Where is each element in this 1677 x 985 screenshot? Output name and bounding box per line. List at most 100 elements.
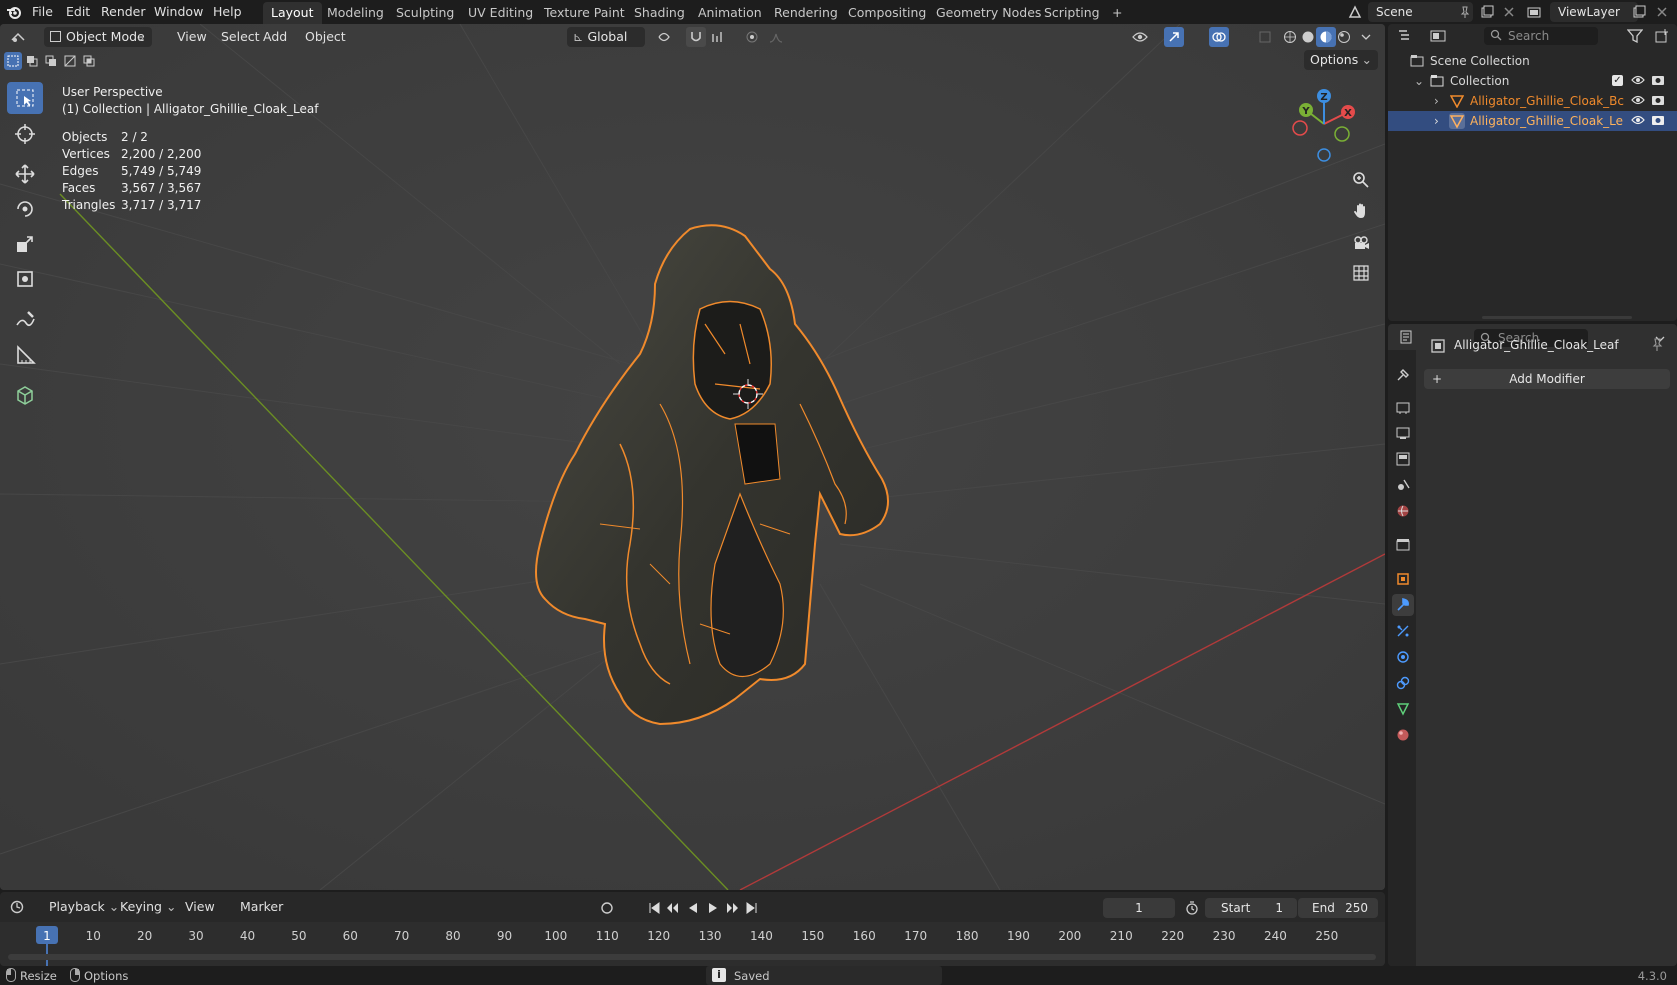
- visibility-eye-icon[interactable]: [1631, 113, 1645, 133]
- render-camera-icon[interactable]: [1651, 113, 1665, 133]
- select-box-tool[interactable]: [7, 82, 43, 114]
- visibility-eye-icon[interactable]: [1631, 93, 1645, 113]
- jump-to-keyframe-prev-icon[interactable]: [663, 898, 683, 918]
- tab-geometry-nodes[interactable]: Geometry Nodes: [928, 2, 1049, 24]
- physics-tab-icon[interactable]: [1392, 646, 1414, 668]
- transform-tool[interactable]: [7, 263, 43, 295]
- view-layer-icon[interactable]: [1524, 2, 1544, 22]
- constraints-tab-icon[interactable]: [1392, 672, 1414, 694]
- jump-to-keyframe-next-icon[interactable]: [722, 898, 742, 918]
- annotate-tool[interactable]: [7, 304, 43, 336]
- 3d-viewport[interactable]: Object Mode ⌄ View Select Add Object ⊾ Gl…: [0, 24, 1385, 890]
- shading-options-chevron-icon[interactable]: [1356, 27, 1376, 47]
- xray-toggle-icon[interactable]: [1255, 27, 1275, 47]
- timeline-menu-marker[interactable]: Marker: [235, 898, 288, 916]
- timeline-menu-view[interactable]: View: [180, 898, 220, 916]
- scene-icon[interactable]: [1345, 2, 1365, 22]
- outliner-editor-type-icon[interactable]: [1396, 26, 1416, 46]
- pivot-point-icon[interactable]: [654, 27, 674, 47]
- wireframe-shading-icon[interactable]: [1280, 27, 1300, 47]
- rendered-shading-icon[interactable]: [1334, 27, 1354, 47]
- expand-chevron-icon[interactable]: ›: [1434, 91, 1439, 111]
- timeline-scrollbar[interactable]: [8, 954, 1376, 960]
- new-scene-icon[interactable]: [1477, 2, 1497, 22]
- material-preview-shading-icon[interactable]: [1316, 27, 1336, 47]
- falloff-icon[interactable]: [766, 27, 786, 47]
- pin-icon[interactable]: [1650, 338, 1664, 355]
- solid-shading-icon[interactable]: [1298, 27, 1318, 47]
- tab-layout[interactable]: Layout: [263, 2, 322, 24]
- outliner-row-object[interactable]: › Alligator_Ghillie_Cloak_Bc: [1388, 91, 1677, 111]
- modifier-tab-icon[interactable]: [1392, 594, 1414, 616]
- render-camera-icon[interactable]: [1651, 93, 1665, 113]
- render-tab-icon[interactable]: [1392, 396, 1414, 418]
- select-extend-icon[interactable]: [23, 52, 41, 70]
- play-icon[interactable]: [703, 898, 723, 918]
- timeline-editor[interactable]: Playback ⌄ Keying ⌄ View Marker 1 Start …: [0, 892, 1385, 966]
- viewport-menu-add[interactable]: Add: [258, 28, 292, 46]
- viewport-options-button[interactable]: Options ⌄: [1304, 50, 1378, 70]
- select-invert-icon[interactable]: [61, 52, 79, 70]
- tab-scripting[interactable]: Scripting: [1036, 2, 1108, 24]
- add-modifier-button[interactable]: + Add Modifier: [1424, 369, 1670, 389]
- new-collection-icon[interactable]: [1652, 26, 1672, 46]
- end-frame-field[interactable]: End 250: [1298, 898, 1378, 918]
- tab-modeling[interactable]: Modeling: [319, 2, 392, 24]
- tab-rendering[interactable]: Rendering: [766, 2, 846, 24]
- menu-file[interactable]: File: [26, 3, 59, 21]
- overlays-toggle-icon[interactable]: [1209, 27, 1229, 47]
- view-layer-selector[interactable]: ViewLayer: [1550, 2, 1638, 22]
- gizmo-toggle-icon[interactable]: [1164, 27, 1184, 47]
- proportional-edit-icon[interactable]: [742, 27, 762, 47]
- tab-animation[interactable]: Animation: [690, 2, 770, 24]
- zoom-icon[interactable]: [1348, 167, 1374, 193]
- tab-sculpting[interactable]: Sculpting: [388, 2, 462, 24]
- data-tab-icon[interactable]: [1392, 698, 1414, 720]
- snap-toggle-icon[interactable]: [686, 27, 706, 47]
- world-tab-icon[interactable]: [1392, 500, 1414, 522]
- add-cube-tool[interactable]: [7, 379, 43, 411]
- particles-tab-icon[interactable]: [1392, 620, 1414, 642]
- expand-chevron-icon[interactable]: ⌄: [1414, 71, 1424, 91]
- blender-logo-icon[interactable]: [4, 2, 24, 22]
- outliner-row-scene-collection[interactable]: Scene Collection: [1388, 51, 1677, 71]
- menu-help[interactable]: Help: [207, 3, 248, 21]
- outliner-scrollbar[interactable]: [1482, 316, 1632, 319]
- viewport-menu-view[interactable]: View: [172, 28, 212, 46]
- measure-tool[interactable]: [7, 339, 43, 371]
- filter-icon[interactable]: [1620, 26, 1650, 46]
- scene-tab-icon[interactable]: [1392, 474, 1414, 496]
- delete-scene-icon[interactable]: [1499, 2, 1519, 22]
- tab-shading[interactable]: Shading: [626, 2, 693, 24]
- menu-render[interactable]: Render: [95, 3, 152, 21]
- scale-tool[interactable]: [7, 228, 43, 260]
- select-subtract-icon[interactable]: [42, 52, 60, 70]
- viewport-menu-object[interactable]: Object: [300, 28, 351, 46]
- exclude-checkbox-icon[interactable]: ✓: [1612, 75, 1623, 86]
- display-mode-icon[interactable]: [1428, 26, 1448, 46]
- tool-tab-icon[interactable]: [1392, 364, 1414, 386]
- jump-to-start-icon[interactable]: [644, 898, 664, 918]
- stopwatch-icon[interactable]: [1182, 898, 1202, 918]
- visibility-eye-icon[interactable]: [1631, 73, 1645, 93]
- material-tab-icon[interactable]: [1392, 724, 1414, 746]
- start-frame-field[interactable]: Start 1: [1205, 898, 1297, 918]
- select-new-icon[interactable]: [4, 52, 22, 70]
- tab-texture-paint[interactable]: Texture Paint: [536, 2, 633, 24]
- tab-uv-editing[interactable]: UV Editing: [460, 2, 541, 24]
- play-reverse-icon[interactable]: [683, 898, 703, 918]
- move-tool[interactable]: [7, 158, 43, 190]
- timeline-menu-keying[interactable]: Keying ⌄: [115, 898, 181, 916]
- expand-chevron-icon[interactable]: ›: [1434, 111, 1439, 131]
- outliner-row-collection[interactable]: ⌄ Collection ✓: [1388, 71, 1677, 91]
- outliner-row-object-active[interactable]: › Alligator_Ghillie_Cloak_Le: [1388, 111, 1677, 131]
- navigation-gizmo[interactable]: X Y Z: [1284, 84, 1364, 164]
- view-layer-tab-icon[interactable]: [1392, 448, 1414, 470]
- render-camera-icon[interactable]: [1651, 73, 1665, 93]
- rotate-tool[interactable]: [7, 193, 43, 225]
- transform-orientation-dropdown[interactable]: ⊾ Global: [567, 27, 645, 47]
- timeline-menu-playback[interactable]: Playback ⌄: [44, 898, 124, 916]
- delete-view-layer-icon[interactable]: [1652, 2, 1672, 22]
- visibility-selectability-icon[interactable]: [1130, 27, 1150, 47]
- jump-to-end-icon[interactable]: [742, 898, 762, 918]
